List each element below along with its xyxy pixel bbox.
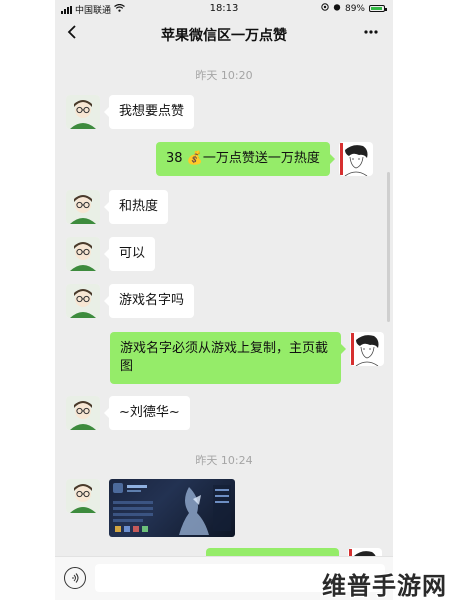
wechat-chat-screen: 中国联通 18:13 89% 苹果微信区一万点赞 昨天 10:20 我想要点赞 …: [55, 0, 393, 600]
message-bubble[interactable]: 38 💰一万点赞送一万热度: [156, 142, 335, 176]
avatar[interactable]: [66, 237, 100, 271]
message-row: 游戏名字吗: [66, 284, 195, 318]
chevron-left-icon[interactable]: [67, 24, 77, 45]
message-row: 可以: [66, 237, 156, 271]
scrollbar[interactable]: [387, 172, 390, 322]
game-screenshot-image[interactable]: [109, 479, 235, 537]
message-bubble[interactable]: 游戏名字吗: [103, 284, 195, 318]
avatar[interactable]: [338, 142, 373, 176]
timestamp: 昨天 10:20: [195, 69, 253, 82]
avatar[interactable]: [66, 479, 100, 513]
timestamp: 昨天 10:24: [195, 454, 253, 467]
message-row: 游戏名字必须从游戏上复制，主页截图: [110, 332, 384, 384]
more-icon[interactable]: [363, 24, 379, 44]
chat-title: 苹果微信区一万点赞: [161, 28, 287, 44]
avatar[interactable]: [66, 190, 100, 224]
avatar[interactable]: [66, 396, 100, 430]
message-bubble[interactable]: ~刘德华~: [104, 396, 190, 430]
message-bubble[interactable]: 我想要点赞: [103, 95, 195, 129]
avatar[interactable]: [350, 332, 384, 366]
message-row: 38 💰一万点赞送一万热度: [156, 142, 373, 176]
message-row: ~刘德华~: [66, 396, 190, 430]
status-bar: 中国联通 18:13 89%: [55, 0, 393, 18]
message-row: 我想要点赞: [66, 95, 195, 129]
watermark: 维普手游网: [322, 572, 447, 600]
battery-percent: 89%: [344, 3, 365, 14]
message-row: 和热度: [66, 190, 169, 224]
message-row: [66, 479, 235, 537]
alarm-icon: [333, 3, 341, 14]
location-icon: [321, 3, 329, 14]
message-bubble[interactable]: 游戏名字必须从游戏上复制，主页截图: [110, 332, 346, 384]
avatar[interactable]: [66, 95, 100, 129]
nav-bar: 苹果微信区一万点赞: [55, 18, 393, 52]
avatar[interactable]: [66, 284, 100, 318]
message-bubble[interactable]: 可以: [103, 237, 156, 271]
message-bubble[interactable]: 和热度: [103, 190, 169, 224]
voice-icon[interactable]: [64, 567, 86, 589]
battery-icon: [369, 5, 387, 12]
